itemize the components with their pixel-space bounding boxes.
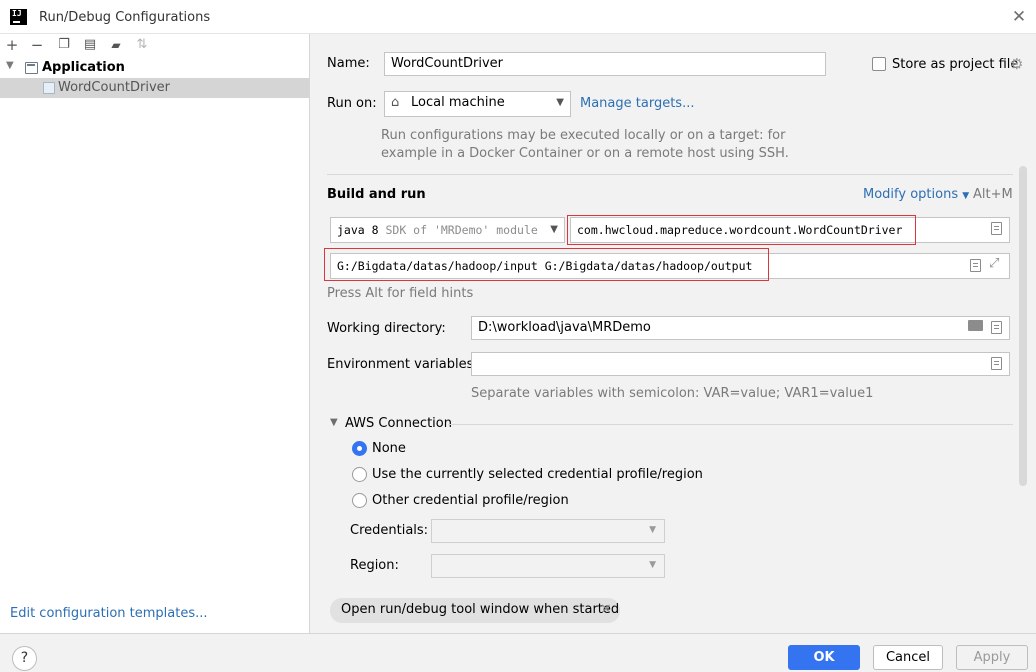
run-on-dropdown[interactable]: ⌂ Local machine ▼ (384, 91, 571, 117)
browse-class-icon[interactable] (991, 222, 1002, 235)
run-on-hint-line-1: Run configurations may be executed local… (381, 128, 786, 143)
region-dropdown: ▼ (431, 554, 665, 578)
insert-macro-icon[interactable] (970, 259, 981, 272)
working-directory-field[interactable]: D:\workload\java\MRDemo (471, 316, 1010, 340)
sort-icon: ⇅ (136, 37, 148, 52)
run-config-icon (43, 82, 55, 94)
aws-none-label: None (372, 441, 406, 456)
aws-other-profile-radio[interactable] (352, 493, 367, 508)
cancel-button[interactable]: Cancel (873, 645, 943, 670)
run-on-hint-line-2: example in a Docker Container or on a re… (381, 146, 789, 161)
working-directory-label: Working directory: (327, 321, 446, 336)
chevron-down-icon: ▼ (556, 97, 564, 108)
tree-item-label: WordCountDriver (58, 80, 171, 95)
modify-options-link[interactable]: Modify options ▼ (863, 187, 969, 202)
scrollbar[interactable] (1019, 166, 1027, 486)
store-as-project-checkbox[interactable] (872, 57, 886, 71)
edit-templates-link[interactable]: Edit configuration templates... (10, 606, 208, 621)
tool-window-option-label: Open run/debug tool window when started (341, 602, 620, 617)
aws-current-profile-radio[interactable] (352, 467, 367, 482)
folder-add-icon[interactable]: ▰ (107, 36, 125, 54)
name-field[interactable]: WordCountDriver (384, 52, 826, 76)
highlight-main-class (567, 215, 916, 245)
modify-options-shortcut: Alt+M (973, 187, 1013, 202)
chevron-down-icon: ▼ (649, 560, 656, 570)
intellij-logo-icon: IJ (10, 9, 27, 25)
tree-item-application[interactable]: ▼ Application (0, 58, 310, 78)
gear-icon[interactable]: ⚙ (1010, 55, 1023, 73)
divider (327, 174, 1013, 175)
environment-variables-field[interactable] (471, 352, 1010, 376)
application-folder-icon (25, 62, 38, 74)
copy-icon[interactable]: ❐ (55, 36, 73, 54)
chevron-down-icon: ▼ (550, 224, 558, 235)
chevron-down-icon: ▼ (962, 191, 970, 201)
chevron-down-icon: ▼ (649, 525, 656, 535)
build-and-run-heading: Build and run (327, 187, 426, 202)
run-on-value: Local machine (411, 95, 505, 110)
env-vars-hint: Separate variables with semicolon: VAR=v… (471, 386, 874, 401)
divider (448, 424, 1013, 425)
folder-icon[interactable] (968, 320, 983, 331)
name-label: Name: (327, 56, 370, 71)
configurations-sidebar: + − ❐ ▤ ▰ ⇅ ▼ Application WordCountDrive… (0, 34, 310, 633)
jdk-version: java 8 (337, 223, 379, 237)
manage-targets-link[interactable]: Manage targets... (580, 96, 694, 111)
jdk-source: SDK of 'MRDemo' module (385, 223, 538, 237)
close-icon[interactable]: ✕ (1010, 8, 1028, 26)
aws-other-profile-label: Other credential profile/region (372, 493, 569, 508)
dialog-button-bar: ? OK Cancel Apply (0, 633, 1036, 672)
aws-none-radio[interactable] (352, 441, 367, 456)
close-icon[interactable]: × (600, 601, 612, 617)
store-as-project-label: Store as project file (892, 57, 1019, 72)
tree-item-wordcountdriver[interactable]: WordCountDriver (0, 78, 309, 98)
expand-icon[interactable]: ⤢ (989, 256, 999, 271)
home-icon: ⌂ (391, 95, 400, 110)
chevron-down-icon[interactable]: ▼ (330, 417, 338, 428)
region-label: Region: (350, 558, 399, 573)
chevron-down-icon[interactable]: ▼ (6, 60, 14, 71)
sidebar-toolbar: + − ❐ ▤ ▰ ⇅ (0, 34, 310, 56)
jdk-dropdown[interactable]: java 8 SDK of 'MRDemo' module ▼ (330, 217, 565, 243)
insert-macro-icon[interactable] (991, 321, 1002, 334)
plus-icon[interactable]: + (3, 36, 21, 54)
modify-options-label: Modify options (863, 187, 959, 202)
edit-env-icon[interactable] (991, 357, 1002, 370)
field-hints-text: Press Alt for field hints (327, 286, 474, 301)
window-title: Run/Debug Configurations (39, 10, 211, 25)
help-button[interactable]: ? (12, 646, 37, 671)
run-on-label: Run on: (327, 96, 377, 111)
environment-variables-label: Environment variables: (327, 357, 478, 372)
credentials-label: Credentials: (350, 523, 429, 538)
aws-connection-heading[interactable]: AWS Connection (345, 416, 452, 431)
minus-icon[interactable]: − (28, 36, 46, 54)
apply-button[interactable]: Apply (956, 645, 1028, 670)
aws-current-profile-label: Use the currently selected credential pr… (372, 467, 703, 482)
tree-item-label: Application (42, 60, 125, 75)
save-icon[interactable]: ▤ (81, 36, 99, 54)
title-bar: IJ Run/Debug Configurations ✕ (0, 0, 1036, 34)
ok-button[interactable]: OK (788, 645, 860, 670)
credentials-dropdown: ▼ (431, 519, 665, 543)
highlight-program-args (324, 248, 769, 281)
tool-window-option-chip[interactable]: Open run/debug tool window when started … (330, 598, 620, 623)
